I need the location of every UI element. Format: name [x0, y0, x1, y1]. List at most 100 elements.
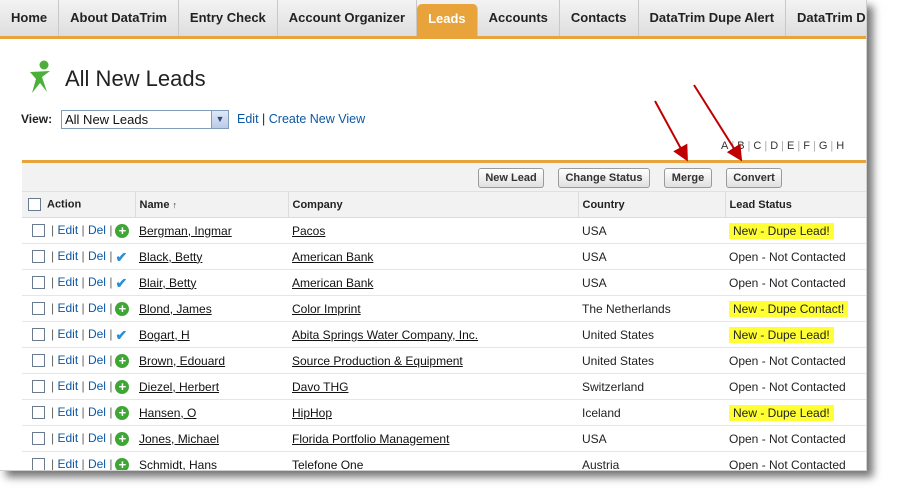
lead-name-link[interactable]: Brown, Edouard	[139, 354, 225, 368]
alpha-filter-b[interactable]: B	[737, 140, 744, 152]
row-checkbox[interactable]	[32, 302, 45, 316]
row-edit-link[interactable]: Edit	[57, 249, 78, 263]
row-del-link[interactable]: Del	[88, 431, 106, 445]
lead-name-link[interactable]: Blond, James	[139, 302, 212, 316]
lead-name-link[interactable]: Jones, Michael	[139, 432, 219, 446]
tab-entry-check[interactable]: Entry Check	[179, 0, 278, 36]
row-edit-link[interactable]: Edit	[57, 457, 78, 470]
merge-button[interactable]: Merge	[664, 168, 712, 188]
row-del-link[interactable]: Del	[88, 405, 106, 419]
row-edit-link[interactable]: Edit	[57, 379, 78, 393]
lead-status-column-header[interactable]: Lead Status	[725, 192, 866, 218]
row-checkbox[interactable]	[32, 458, 45, 470]
chevron-down-icon[interactable]: ▼	[211, 111, 228, 128]
row-del-link[interactable]: Del	[88, 275, 106, 289]
alpha-filter-d[interactable]: D	[770, 140, 778, 152]
row-checkbox[interactable]	[32, 250, 45, 264]
row-edit-link[interactable]: Edit	[57, 301, 78, 315]
country-header-label: Country	[582, 198, 625, 211]
company-cell: Davo THG	[288, 373, 578, 400]
row-edit-link[interactable]: Edit	[57, 405, 78, 419]
alpha-filter-e[interactable]: E	[787, 140, 794, 152]
plus-icon[interactable]: +	[115, 353, 130, 368]
lead-name-link[interactable]: Bogart, H	[139, 328, 190, 342]
tab-bar: Home About DataTrim Entry Check Account Org…	[0, 0, 866, 39]
row-edit-link[interactable]: Edit	[57, 275, 78, 289]
row-edit-link[interactable]: Edit	[57, 431, 78, 445]
action-column-header: Action	[22, 192, 136, 218]
plus-icon[interactable]: +	[115, 431, 130, 446]
lead-name-link[interactable]: Diezel, Herbert	[139, 380, 219, 394]
company-link[interactable]: Pacos	[292, 224, 325, 238]
convert-button[interactable]: Convert	[726, 168, 782, 188]
plus-icon[interactable]: +	[115, 457, 130, 470]
lead-status-value: Open - Not Contacted	[729, 431, 846, 446]
row-del-link[interactable]: Del	[88, 223, 106, 237]
plus-icon[interactable]: +	[115, 379, 130, 394]
company-link[interactable]: Color Imprint	[292, 302, 361, 316]
name-column-header[interactable]: Name ↑	[135, 192, 289, 218]
lead-name-link[interactable]: Schmidt, Hans	[139, 458, 217, 471]
action-separator: |	[109, 353, 113, 368]
tab-about-datatrim[interactable]: About DataTrim	[59, 0, 179, 36]
change-status-button[interactable]: Change Status	[558, 168, 650, 188]
company-link[interactable]: Abita Springs Water Company, Inc.	[292, 328, 478, 342]
company-link[interactable]: Florida Portfolio Management	[292, 432, 449, 446]
company-link[interactable]: American Bank	[292, 276, 373, 290]
row-edit-link[interactable]: Edit	[57, 327, 78, 341]
alpha-filter-h[interactable]: H	[836, 140, 844, 152]
tab-account-organizer[interactable]: Account Organizer	[278, 0, 418, 36]
tab-contacts[interactable]: Contacts	[560, 0, 639, 36]
merge-annotation-arrow	[654, 100, 688, 162]
company-column-header[interactable]: Company	[288, 192, 579, 218]
alpha-filter-g[interactable]: G	[819, 140, 828, 152]
lead-status-value: Open - Not Contacted	[729, 379, 846, 394]
name-cell: Bogart, H	[135, 321, 288, 348]
view-select-value: All New Leads	[65, 112, 149, 127]
lead-status-value: New - Dupe Contact!	[729, 300, 849, 317]
create-new-view-link[interactable]: Create New View	[269, 112, 365, 126]
company-link[interactable]: HipHop	[292, 406, 332, 420]
row-edit-link[interactable]: Edit	[57, 223, 78, 237]
new-lead-button[interactable]: New Lead	[478, 168, 544, 188]
alpha-filter-c[interactable]: C	[753, 140, 761, 152]
company-link[interactable]: Source Production & Equipment	[292, 354, 463, 368]
tab-datatrim-dupe[interactable]: DataTrim Dupe	[786, 0, 866, 36]
plus-icon[interactable]: +	[115, 405, 130, 420]
row-checkbox[interactable]	[32, 432, 45, 446]
row-checkbox[interactable]	[32, 224, 45, 238]
country-column-header[interactable]: Country	[578, 192, 726, 218]
company-link[interactable]: Davo THG	[292, 380, 348, 394]
row-checkbox[interactable]	[32, 380, 45, 394]
select-all-checkbox[interactable]	[28, 198, 41, 211]
row-del-link[interactable]: Del	[88, 379, 106, 393]
row-del-link[interactable]: Del	[88, 353, 106, 367]
plus-icon[interactable]: +	[115, 223, 130, 238]
tab-home[interactable]: Home	[0, 0, 60, 36]
row-del-link[interactable]: Del	[88, 327, 106, 341]
view-select[interactable]: All New Leads ▼	[61, 110, 229, 129]
alpha-filter-a[interactable]: A	[721, 140, 728, 152]
company-link[interactable]: American Bank	[292, 250, 373, 264]
lead-name-link[interactable]: Bergman, Ingmar	[139, 224, 232, 238]
row-checkbox[interactable]	[32, 328, 45, 342]
row-del-link[interactable]: Del	[88, 249, 106, 263]
lead-name-link[interactable]: Blair, Betty	[139, 276, 196, 290]
tab-leads[interactable]: Leads	[417, 4, 478, 36]
lead-name-link[interactable]: Hansen, O	[139, 406, 196, 420]
edit-view-link[interactable]: Edit	[237, 112, 259, 126]
lead-name-link[interactable]: Black, Betty	[139, 250, 202, 264]
row-checkbox[interactable]	[32, 354, 45, 368]
lead-status-value: New - Dupe Lead!	[729, 222, 834, 239]
action-separator: |	[51, 457, 55, 471]
row-del-link[interactable]: Del	[88, 301, 106, 315]
row-edit-link[interactable]: Edit	[57, 353, 78, 367]
plus-icon[interactable]: +	[115, 301, 130, 316]
row-checkbox[interactable]	[32, 406, 45, 420]
tab-datatrim-dupe-alert[interactable]: DataTrim Dupe Alert	[639, 0, 787, 36]
alpha-filter-f[interactable]: F	[803, 140, 810, 152]
tab-accounts[interactable]: Accounts	[478, 0, 560, 36]
row-checkbox[interactable]	[32, 276, 45, 290]
company-link[interactable]: Telefone One	[292, 458, 363, 471]
row-del-link[interactable]: Del	[88, 457, 106, 470]
